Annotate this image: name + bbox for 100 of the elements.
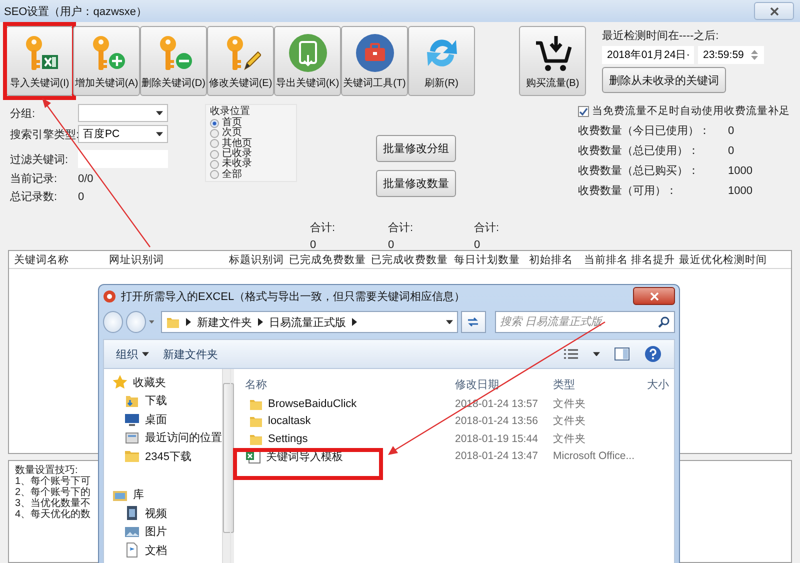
column-header[interactable]: 网址识别词	[104, 251, 224, 268]
total-records-label: 总记录数:	[10, 190, 58, 204]
file-name: localtask	[268, 415, 311, 428]
column-header[interactable]: 初始排名	[524, 251, 579, 268]
total-records-value: 0	[78, 190, 84, 202]
total-label: 合计:	[474, 221, 500, 235]
radio-label: 首页	[222, 118, 242, 128]
file-date: 2018-01-24 13:47	[455, 450, 539, 462]
close-button[interactable]	[754, 2, 794, 20]
nav-item[interactable]: 视频	[104, 504, 222, 522]
engine-select[interactable]: 百度PC	[78, 125, 168, 143]
stat-value: 0	[728, 144, 734, 156]
checkbox-label: 当免费流量不足时自动使用收费流量补足	[592, 104, 790, 118]
chevron-icon	[258, 318, 263, 326]
column-header[interactable]: 当前排名	[579, 251, 626, 268]
radio-label: 其他页	[222, 138, 252, 149]
stat-label: 收费数量（总已购买）：	[578, 164, 700, 178]
nav-item[interactable]: 文档	[104, 541, 222, 560]
address-bar[interactable]: 新建文件夹 日易流量正式版	[160, 311, 458, 333]
column-header[interactable]: 已完成免费数量	[284, 251, 366, 268]
breadcrumb-item[interactable]: 日易流量正式版	[268, 314, 346, 330]
column-header[interactable]: 最近优化检测时间	[674, 251, 789, 268]
folder-icon	[166, 315, 180, 329]
radio-label: 未收录	[222, 159, 252, 170]
caret-icon	[148, 320, 154, 324]
scrollbar[interactable]	[222, 369, 234, 563]
column-header[interactable]: 每日计划数量	[449, 251, 524, 268]
total-value: 0	[388, 239, 396, 251]
refresh-button[interactable]	[460, 311, 486, 333]
tip-line: 4、每天优化的数	[15, 509, 91, 520]
film-icon	[124, 505, 140, 522]
nav-item[interactable]: 桌面	[104, 410, 222, 428]
column-header[interactable]: 修改日期	[455, 376, 553, 392]
nav-item[interactable]: 最近访问的位置	[104, 428, 222, 447]
buy-traffic-button[interactable]: 购买流量(B)	[519, 26, 586, 96]
stat-value: 1000	[728, 164, 752, 176]
time-spinner[interactable]: 23:59:59	[698, 46, 764, 64]
nav-item[interactable]: 2345下载	[104, 447, 222, 466]
document-download-icon	[288, 33, 328, 73]
tip-line: 2、每个账号下的	[15, 487, 91, 498]
view-options-icon[interactable]	[563, 348, 579, 360]
check-time-label: 最近检测时间在----之后:	[602, 28, 720, 43]
file-type: 文件夹	[553, 396, 587, 411]
tip-line: 1、每个账号下可	[15, 476, 91, 487]
close-button[interactable]	[633, 287, 675, 305]
file-name: Settings	[268, 432, 308, 445]
nav-item[interactable]: 下载	[104, 392, 222, 410]
caret-icon	[156, 132, 163, 136]
checkbox[interactable]	[578, 106, 589, 116]
star-icon	[112, 374, 128, 390]
folder-icon	[124, 448, 140, 464]
column-header[interactable]: 关键词名称	[9, 251, 104, 268]
app-icon	[103, 290, 116, 302]
column-header[interactable]: 名称	[245, 376, 455, 392]
nav-item[interactable]: 图片	[104, 522, 222, 541]
date-picker[interactable]: 2018年01月24日	[602, 46, 694, 64]
keyword-filter-field[interactable]	[78, 150, 168, 168]
radio-button[interactable]	[210, 139, 219, 148]
checkmark-icon	[579, 106, 588, 116]
search-icon	[658, 316, 670, 328]
radio-button[interactable]	[210, 128, 219, 138]
column-header[interactable]: 排名提升	[626, 251, 674, 268]
preview-pane-icon[interactable]	[614, 347, 630, 361]
delete-unindexed-button[interactable]: 删除从未收录的关键词	[602, 67, 726, 93]
total-label: 合计:	[310, 221, 336, 235]
command-button[interactable]: 组织	[116, 346, 149, 362]
column-header[interactable]: 大小	[647, 376, 674, 392]
toolbar-button[interactable]: 刷新(R)	[408, 26, 475, 96]
nav-item[interactable]: 收藏夹	[104, 373, 222, 392]
nav-item[interactable]: 库	[104, 486, 222, 504]
radio-button[interactable]	[210, 150, 219, 159]
breadcrumb-item[interactable]: 新建文件夹	[196, 314, 252, 330]
monitor-icon	[124, 411, 140, 428]
toolbar-button[interactable]: 导入关键词(I)	[6, 26, 73, 96]
column-header[interactable]: 标题识别词	[224, 251, 284, 268]
current-records-value: 0/0	[78, 172, 94, 184]
file-date: 2018-01-19 15:44	[455, 432, 539, 445]
toolbar-button[interactable]: 增加关键词(A)	[73, 26, 140, 96]
help-icon[interactable]	[644, 345, 662, 363]
batch-edit-button[interactable]: 批量修改数量	[376, 170, 456, 197]
column-header[interactable]: 类型	[553, 376, 647, 392]
back-button[interactable]	[103, 311, 123, 333]
file-type: 文件夹	[553, 414, 587, 428]
toolbar-button[interactable]: 导出关键词(K)	[274, 26, 341, 96]
batch-edit-button[interactable]: 批量修改分组	[376, 135, 456, 162]
column-header[interactable]: 已完成收费数量	[366, 251, 449, 268]
toolbar-button[interactable]: 修改关键词(E)	[207, 26, 274, 96]
command-button[interactable]: 新建文件夹	[163, 346, 218, 362]
radio-button[interactable]	[210, 160, 219, 169]
dialog-title: 打开所需导入的EXCEL（格式与导出一致，但只需要关键词相应信息）	[121, 290, 466, 304]
search-field[interactable]: 搜索 日易流量正式版	[494, 311, 675, 333]
group-select[interactable]	[78, 104, 168, 122]
radio-button[interactable]	[210, 118, 219, 128]
toolbar-button[interactable]: 关键词工具(T)	[341, 26, 408, 96]
group-title: 收录位置	[210, 106, 251, 117]
forward-button[interactable]	[126, 311, 146, 333]
recent-places-icon	[124, 430, 140, 446]
file-date: 2018-01-24 13:56	[455, 415, 539, 428]
radio-button[interactable]	[210, 170, 219, 180]
toolbar-button[interactable]: 删除关键词(D)	[140, 26, 207, 96]
